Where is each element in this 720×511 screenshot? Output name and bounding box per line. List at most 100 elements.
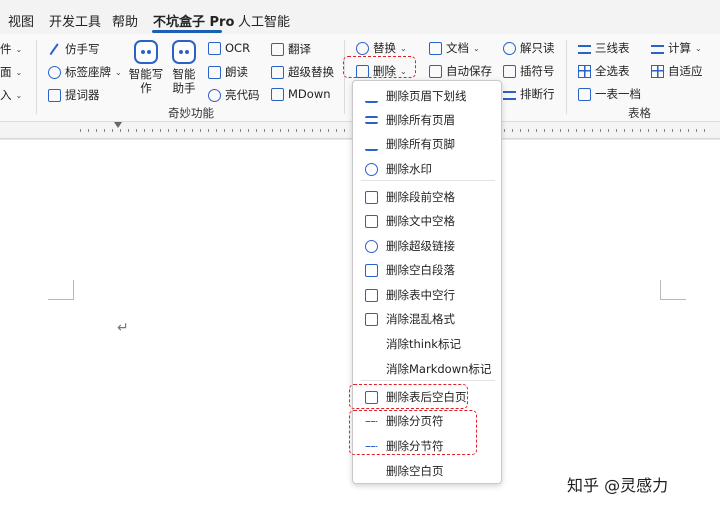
ribbon-separator: [36, 40, 37, 114]
header-icon: [365, 116, 378, 124]
ruler-tick: [632, 129, 633, 132]
delete-menu-item[interactable]: 删除所有页眉: [353, 108, 501, 132]
tag-placard-button[interactable]: 标签座牌 ⌄: [48, 64, 122, 80]
ruler-tick: [304, 129, 305, 132]
eye-off-icon: [503, 41, 516, 55]
teleprompter-button[interactable]: 提词器: [48, 87, 100, 103]
select-all-tables-button[interactable]: 全选表: [578, 63, 630, 79]
document-dropdown-button[interactable]: 文档 ⌄: [429, 40, 480, 56]
ruler-tick: [656, 129, 657, 132]
ruler-tick: [256, 129, 257, 132]
super-replace-button[interactable]: 超级替换: [271, 64, 334, 80]
autosave-button[interactable]: 自动保存: [429, 63, 492, 79]
save-icon: [429, 64, 442, 78]
delete-menu-item-label: 删除所有页眉: [386, 113, 455, 127]
delete-menu-item[interactable]: 删除空白段落: [353, 258, 501, 282]
ruler-tick: [96, 129, 97, 132]
sort-lines-button[interactable]: 排断行: [503, 86, 555, 102]
ruler-tick: [336, 129, 337, 132]
blank-page-icon: [365, 390, 378, 404]
one-table-one-file-button[interactable]: 一表一档: [578, 86, 641, 102]
delete-menu-item[interactable]: 删除页眉下划线: [353, 84, 501, 108]
calculate-dropdown-button[interactable]: 计算 ⌄: [651, 40, 702, 56]
tab-developer[interactable]: 开发工具: [49, 11, 101, 30]
delete-menu-item[interactable]: 删除分页符: [353, 409, 501, 433]
ribbon-item-cut-3[interactable]: 入 ⌄: [0, 87, 22, 103]
delete-menu-item[interactable]: 消除混乱格式: [353, 307, 501, 331]
ribbon-tab-bar: 视图 开发工具 帮助 不坑盒子 Pro 人工智能: [0, 0, 720, 34]
trash-icon: [356, 64, 369, 78]
ruler-tick: [600, 129, 601, 132]
symbol-icon: [503, 64, 516, 78]
delete-menu-item[interactable]: 删除段前空格: [353, 185, 501, 209]
delete-menu-item[interactable]: 删除表后空白页: [353, 385, 501, 409]
delete-menu-item[interactable]: 删除文中空格: [353, 209, 501, 233]
delete-menu-item[interactable]: 删除分节符: [353, 434, 501, 458]
highlight-code-button[interactable]: 亮代码: [208, 87, 260, 103]
ribbon-item-cut-1[interactable]: 件 ⌄: [0, 41, 22, 57]
delete-menu-item[interactable]: 删除超级链接: [353, 234, 501, 258]
ai-helper-button[interactable]: 智能 助手: [170, 40, 198, 95]
ruler-tick: [576, 129, 577, 132]
ruler-tick: [568, 129, 569, 132]
delete-menu-item-label: 删除空白段落: [386, 263, 455, 277]
indent-icon: [365, 190, 378, 204]
ruler-tick: [88, 129, 89, 132]
ruler-tick: [512, 129, 513, 132]
refresh-icon: [356, 41, 369, 55]
delete-menu-item[interactable]: 删除表中空行: [353, 283, 501, 307]
tab-ai[interactable]: 人工智能: [238, 11, 290, 30]
tab-help[interactable]: 帮助: [112, 11, 138, 30]
watermark-text: 知乎 @灵感力: [567, 476, 669, 495]
autofit-button[interactable]: 自适应: [651, 63, 703, 79]
ruler-tick: [616, 129, 617, 132]
tab-bukeng-pro[interactable]: 不坑盒子 Pro: [153, 11, 234, 30]
ruler-tick: [296, 129, 297, 132]
tab-view[interactable]: 视图: [8, 11, 34, 30]
ruler-tick: [528, 129, 529, 132]
delete-menu-item[interactable]: 删除水印: [353, 157, 501, 181]
delete-menu-item[interactable]: 消除Markdown标记: [353, 357, 501, 381]
clear-format-icon: [365, 312, 378, 326]
ruler-tick: [184, 129, 185, 132]
replace-dropdown-button[interactable]: 替换 ⌄: [356, 40, 407, 56]
delete-menu-item-label: 删除空白页: [386, 464, 444, 478]
section-break-icon: [365, 445, 378, 447]
translate-button[interactable]: 翻译: [271, 41, 311, 57]
first-line-indent-marker[interactable]: [114, 122, 122, 128]
ruler-tick: [280, 129, 281, 132]
ruler-tick: [328, 129, 329, 132]
unlock-readonly-button[interactable]: 解只读: [503, 40, 555, 56]
ruler-tick: [312, 129, 313, 132]
delete-menu-item-label: 消除Markdown标记: [386, 362, 492, 376]
three-line-icon: [578, 44, 591, 54]
delete-menu-item-label: 删除表后空白页: [386, 390, 467, 404]
ribbon-item-cut-2[interactable]: 面 ⌄: [0, 64, 22, 80]
mdown-button[interactable]: MDown: [271, 87, 331, 101]
delete-menu-item-label: 删除水印: [386, 162, 432, 176]
delete-dropdown-button[interactable]: 删除 ⌄: [356, 63, 407, 79]
delete-menu-item[interactable]: 删除空白页: [353, 459, 501, 483]
delete-menu-item-label: 删除分节符: [386, 439, 444, 453]
three-line-table-button[interactable]: 三线表: [578, 40, 630, 56]
ruler-tick: [344, 129, 345, 132]
translate-icon: [271, 42, 284, 56]
ocr-icon: [208, 41, 221, 55]
ruler-tick: [288, 129, 289, 132]
delete-menu-item[interactable]: 消除think标记: [353, 332, 501, 356]
ai-write-button[interactable]: 智能写作: [128, 40, 164, 95]
watermark-icon: [365, 162, 378, 176]
delete-menu-item[interactable]: 删除所有页脚: [353, 132, 501, 156]
prompter-icon: [48, 88, 61, 102]
ruler-tick: [624, 129, 625, 132]
space-icon: [365, 214, 378, 228]
ocr-button[interactable]: OCR: [208, 41, 250, 55]
insert-symbol-button[interactable]: 插符号: [503, 63, 555, 79]
ruler-tick: [264, 129, 265, 132]
group-label-table: 表格: [628, 106, 651, 120]
fake-handwriting-button[interactable]: 仿手写: [48, 41, 100, 57]
delete-menu-item-label: 删除分页符: [386, 414, 444, 428]
ruler-tick: [272, 129, 273, 132]
read-aloud-button[interactable]: 朗读: [208, 64, 248, 80]
ruler-tick: [560, 129, 561, 132]
